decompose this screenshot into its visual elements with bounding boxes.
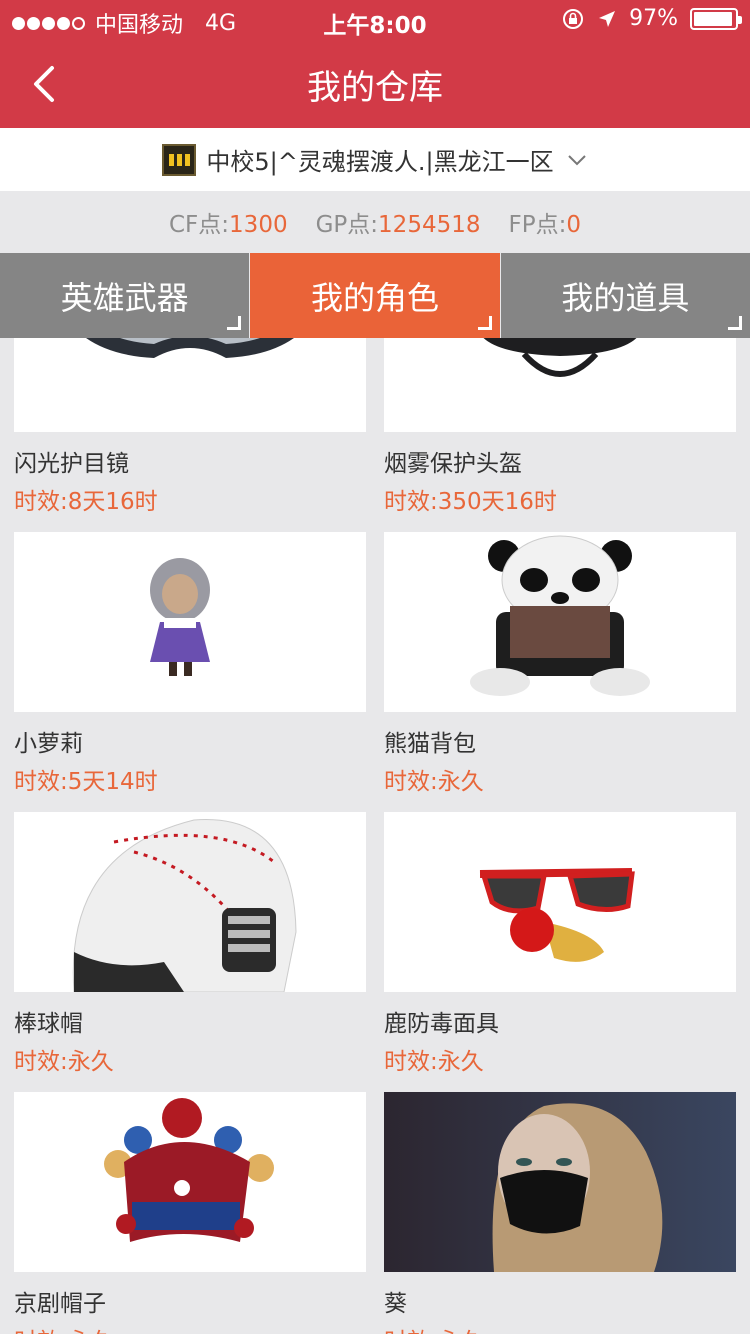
fp-points: FP点:0 bbox=[508, 212, 581, 238]
panda-backpack-image bbox=[384, 532, 736, 712]
item-card[interactable]: 京剧帽子 时效:永久 bbox=[14, 1092, 366, 1334]
item-name: 烟雾保护头盔 bbox=[384, 451, 522, 477]
helmet-image bbox=[384, 338, 736, 432]
account-name: 中校5|^灵魂摆渡人.|黑龙江一区 bbox=[206, 148, 554, 176]
rank-icon bbox=[162, 143, 197, 176]
points-bar: CF点:1300 GP点:1254518 FP点:0 bbox=[0, 191, 750, 253]
tab-my-items[interactable]: 我的道具 bbox=[500, 253, 750, 338]
sunglasses-nose-image bbox=[384, 812, 736, 992]
item-card[interactable]: 闪光护目镜 时效:8天16时 bbox=[14, 338, 366, 516]
rotation-lock-icon bbox=[563, 8, 584, 29]
item-duration: 时效:永久 bbox=[14, 1049, 114, 1075]
gp-points: GP点:1254518 bbox=[315, 212, 481, 238]
item-duration: 时效:永久 bbox=[384, 1049, 484, 1075]
item-name: 小萝莉 bbox=[14, 731, 83, 757]
item-name: 闪光护目镜 bbox=[14, 451, 129, 477]
tab-hero-weapons[interactable]: 英雄武器 bbox=[0, 253, 251, 338]
item-duration: 时效:5天14时 bbox=[14, 769, 158, 795]
nav-bar: 我的仓库 bbox=[0, 40, 750, 128]
chevron-down-icon bbox=[567, 154, 586, 165]
account-selector[interactable]: 中校5|^灵魂摆渡人.|黑龙江一区 bbox=[0, 128, 750, 191]
character-portrait-image bbox=[384, 1092, 736, 1272]
item-card[interactable]: 棒球帽 时效:永久 bbox=[14, 812, 366, 1076]
item-duration: 时效:永久 bbox=[14, 1322, 366, 1334]
item-card[interactable]: 烟雾保护头盔 时效:350天16时 bbox=[384, 338, 736, 516]
battery-percent: 97% bbox=[629, 6, 678, 31]
item-name: 葵 bbox=[384, 1291, 407, 1317]
goggles-image bbox=[14, 338, 366, 432]
item-duration: 时效:350天16时 bbox=[384, 489, 557, 515]
battery-icon bbox=[690, 7, 742, 30]
item-name: 棒球帽 bbox=[14, 1011, 83, 1037]
page-title: 我的仓库 bbox=[307, 68, 443, 108]
cf-points: CF点:1300 bbox=[169, 212, 288, 238]
item-card[interactable]: 鹿防毒面具 时效:永久 bbox=[384, 812, 736, 1076]
item-duration: 时效:8天16时 bbox=[14, 489, 158, 515]
item-card[interactable]: 小萝莉 时效:5天14时 bbox=[14, 532, 366, 796]
location-icon bbox=[599, 10, 616, 27]
item-card[interactable]: 葵 时效:永久 bbox=[384, 1092, 736, 1334]
tab-my-characters[interactable]: 我的角色 bbox=[250, 253, 501, 338]
item-name: 熊猫背包 bbox=[384, 731, 476, 757]
item-duration: 时效:永久 bbox=[384, 769, 484, 795]
tab-bar: 英雄武器 我的角色 我的道具 bbox=[0, 253, 750, 338]
opera-hat-image bbox=[14, 1092, 366, 1272]
status-bar: 中国移动 4G 上午8:00 97% bbox=[0, 0, 750, 40]
item-card[interactable]: 熊猫背包 时效:永久 bbox=[384, 532, 736, 796]
item-name: 鹿防毒面具 bbox=[384, 1011, 499, 1037]
girl-character-image bbox=[14, 532, 366, 712]
baseball-helmet-image bbox=[14, 812, 366, 992]
item-duration: 时效:永久 bbox=[384, 1322, 736, 1334]
item-grid: 闪光护目镜 时效:8天16时 烟雾保护头盔 时效:350天16时 小萝莉 时效:… bbox=[0, 338, 750, 1334]
top-bar: 中国移动 4G 上午8:00 97% 我的仓库 bbox=[0, 0, 750, 128]
item-name: 京剧帽子 bbox=[14, 1291, 106, 1317]
